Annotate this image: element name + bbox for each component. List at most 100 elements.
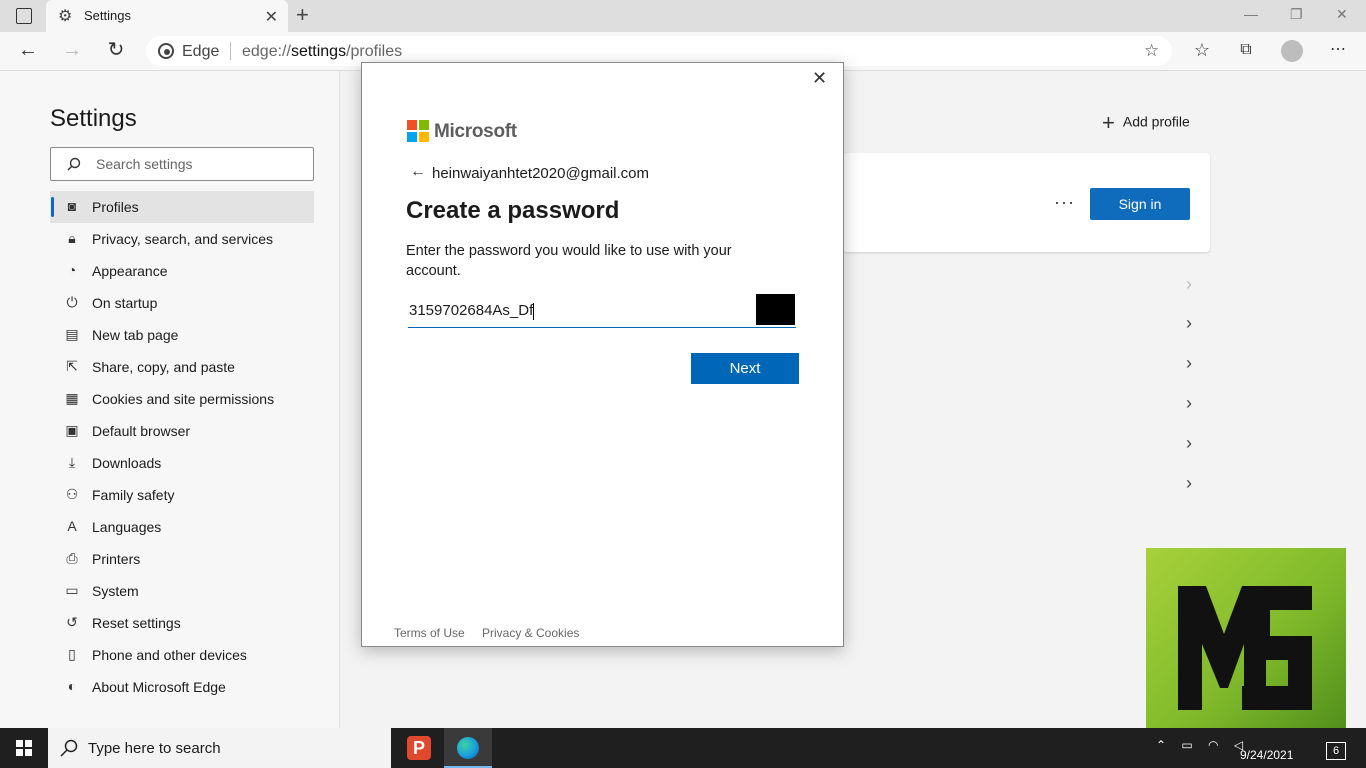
tab-title: Settings	[84, 8, 131, 23]
chevron-right-icon[interactable]: ›	[1186, 274, 1192, 295]
sidebar-item-label: Printers	[92, 551, 141, 567]
tab-actions-icon[interactable]	[16, 8, 32, 24]
search-icon	[60, 739, 78, 757]
reset-icon: ↺	[66, 614, 78, 630]
chevron-right-icon[interactable]: ›	[1186, 313, 1192, 334]
collections-icon[interactable]: ⧉	[1234, 38, 1258, 62]
taskbar-search-input[interactable]: Type here to search	[48, 728, 391, 768]
sidebar-item-share[interactable]: ⇱ Share, copy, and paste	[50, 351, 314, 383]
edge-icon	[457, 737, 479, 759]
next-button[interactable]: Next	[691, 353, 799, 384]
sidebar-item-downloads[interactable]: ⤓ Downloads	[50, 447, 314, 479]
sidebar-item-cookies[interactable]: ▦ Cookies and site permissions	[50, 383, 314, 415]
refresh-icon[interactable]: ↻	[104, 38, 128, 62]
search-settings-input[interactable]: Search settings	[50, 147, 314, 181]
forward-icon[interactable]: →	[60, 38, 84, 62]
more-icon[interactable]: ⋯	[1326, 38, 1350, 62]
sidebar-item-label: Languages	[92, 519, 162, 535]
dialog-description: Enter the password you would like to use…	[406, 243, 732, 279]
favorites-icon[interactable]: ☆	[1190, 38, 1214, 62]
sidebar-item-label: Reset settings	[92, 615, 181, 631]
sidebar-item-label: New tab page	[92, 327, 179, 343]
sidebar-item-system[interactable]: ▭ System	[50, 575, 314, 607]
url-separator	[230, 42, 231, 60]
account-email: heinwaiyanhtet2020@gmail.com	[432, 165, 650, 182]
start-button[interactable]	[0, 728, 48, 768]
chevron-right-icon[interactable]: ›	[1186, 353, 1192, 374]
back-icon[interactable]: ←	[16, 38, 40, 62]
search-placeholder: Search settings	[96, 156, 193, 172]
ms-watermark-logo	[1146, 548, 1346, 748]
laptop-icon: ▭	[65, 582, 79, 598]
sidebar-item-default-browser[interactable]: ▣ Default browser	[50, 415, 314, 447]
sidebar-item-phone[interactable]: ▯ Phone and other devices	[50, 639, 314, 671]
close-window-icon[interactable]: ✕	[1336, 6, 1348, 23]
page-title: Settings	[50, 105, 137, 132]
chevron-right-icon[interactable]: ›	[1186, 473, 1192, 494]
restore-icon[interactable]: ❐	[1290, 6, 1303, 23]
add-favorite-icon[interactable]: ☆	[1144, 41, 1159, 61]
sidebar-item-about[interactable]: ◐ About Microsoft Edge	[50, 671, 314, 703]
edge-icon: ◐	[67, 678, 77, 694]
chevron-right-icon[interactable]: ›	[1186, 393, 1192, 414]
plus-icon: +	[1102, 110, 1115, 135]
lock-icon: 🔒︎	[68, 230, 76, 246]
sidebar-item-profiles[interactable]: ◙ Profiles	[50, 191, 314, 223]
back-arrow-icon[interactable]: ←	[410, 163, 426, 181]
system-tray-icons[interactable]: ⌃ ▭ ◠ ◁	[1156, 738, 1249, 752]
password-value: 3159702684As_Df	[409, 302, 535, 320]
printer-icon: ⎙	[66, 550, 78, 566]
tab-settings[interactable]: ⚙ Settings ✕	[46, 0, 288, 32]
taskbar-app-p[interactable]: P	[395, 728, 443, 768]
terms-link[interactable]: Terms of Use	[394, 626, 465, 640]
sidebar-item-on-startup[interactable]: ⏻ On startup	[50, 287, 314, 319]
sidebar-item-printers[interactable]: ⎙ Printers	[50, 543, 314, 575]
profile-icon: ◙	[67, 198, 77, 214]
sidebar-item-family-safety[interactable]: ⚇ Family safety	[50, 479, 314, 511]
notification-icon[interactable]: 6	[1326, 742, 1346, 760]
sidebar-item-label: Privacy, search, and services	[92, 231, 274, 247]
taskbar-app-edge[interactable]	[444, 728, 492, 768]
sidebar-item-label: Cookies and site permissions	[92, 391, 275, 407]
search-icon	[67, 157, 81, 171]
sidebar-item-label: Downloads	[92, 455, 162, 471]
sidebar-item-label: Profiles	[92, 199, 139, 215]
password-reveal-icon[interactable]	[756, 294, 795, 325]
sidebar-item-reset[interactable]: ↺ Reset settings	[50, 607, 314, 639]
avatar[interactable]	[1281, 40, 1303, 62]
sidebar-item-languages[interactable]: A Languages	[50, 511, 314, 543]
dialog-title: Create a password	[406, 197, 620, 224]
sidebar-item-label: Default browser	[92, 423, 191, 439]
taskbar-search-placeholder: Type here to search	[88, 740, 221, 757]
close-icon[interactable]: ✕	[812, 68, 827, 89]
text-caret	[533, 302, 535, 320]
app-p-icon: P	[407, 736, 431, 760]
sidebar-item-label: System	[92, 583, 139, 599]
privacy-link[interactable]: Privacy & Cookies	[482, 626, 579, 640]
chevron-right-icon[interactable]: ›	[1186, 433, 1192, 454]
sidebar-item-label: Appearance	[92, 263, 168, 279]
phone-icon: ▯	[68, 646, 76, 662]
profile-more-button[interactable]: ···	[1054, 192, 1075, 213]
new-tab-icon: ▤	[65, 326, 79, 342]
palette-icon: ◔	[67, 262, 77, 278]
password-field[interactable]: 3159702684As_Df	[408, 296, 796, 328]
minimize-icon[interactable]: —	[1244, 6, 1258, 22]
sidebar-item-label: About Microsoft Edge	[92, 679, 226, 695]
microsoft-wordmark: Microsoft	[434, 121, 517, 142]
sidebar-item-appearance[interactable]: ◔ Appearance	[50, 255, 314, 287]
site-label: Edge	[182, 43, 220, 60]
sign-in-button[interactable]: Sign in	[1090, 188, 1190, 220]
sidebar-item-privacy[interactable]: 🔒︎ Privacy, search, and services	[50, 223, 314, 255]
browser-icon: ▣	[65, 422, 79, 438]
taskbar-date[interactable]: 9/24/2021	[1240, 748, 1293, 762]
windows-icon	[16, 740, 32, 756]
tab-close-icon[interactable]: ✕	[265, 7, 278, 27]
microsoft-logo	[407, 120, 429, 142]
cookie-icon: ▦	[65, 390, 79, 406]
new-tab-icon[interactable]: +	[296, 4, 316, 26]
power-icon: ⏻	[66, 294, 78, 310]
sidebar-item-new-tab-page[interactable]: ▤ New tab page	[50, 319, 314, 351]
add-profile-button[interactable]: + Add profile	[1102, 110, 1190, 136]
gear-icon: ⚙	[58, 8, 73, 25]
